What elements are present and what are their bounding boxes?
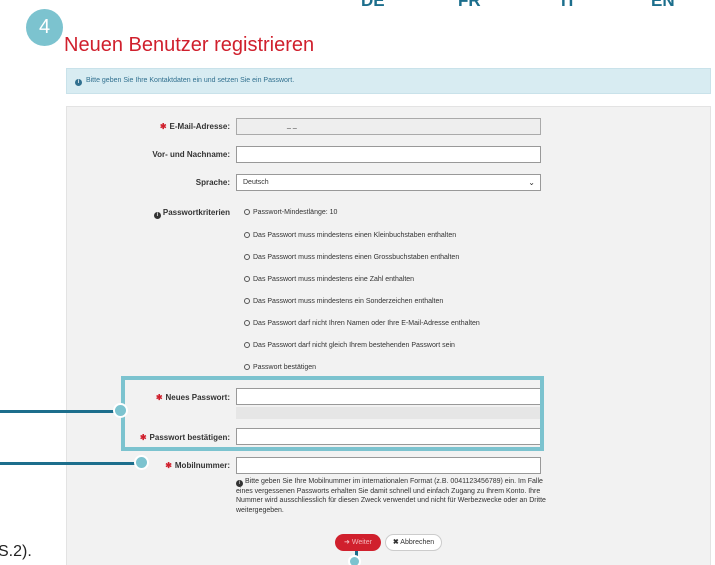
next-button[interactable]: ➜ Weiter xyxy=(335,534,381,551)
circle-icon xyxy=(244,320,250,326)
info-icon: i xyxy=(236,480,243,487)
page-title: Neuen Benutzer registrieren xyxy=(64,34,315,56)
circle-icon xyxy=(244,254,250,260)
criteria-item: Das Passwort muss mindestens einen Klein… xyxy=(244,232,456,239)
info-alert-text: Bitte geben Sie Ihre Kontaktdaten ein un… xyxy=(85,77,295,84)
password-fields-highlight xyxy=(121,376,544,451)
lang-it-link[interactable]: IT xyxy=(561,0,576,11)
email-value: _ _ xyxy=(287,122,297,129)
document-text-fragment: S.2). xyxy=(0,543,32,560)
password-criteria-label: i Passwortkriterien xyxy=(120,208,230,219)
criteria-item: Das Passwort muss mindestens eine Zahl e… xyxy=(244,276,414,283)
required-asterisk-icon: ✱ xyxy=(165,461,172,470)
info-icon: i xyxy=(153,212,161,219)
language-select[interactable]: Deutsch ⌄ xyxy=(236,174,541,191)
circle-icon xyxy=(244,364,250,370)
circle-icon xyxy=(244,276,250,282)
language-select-value: Deutsch xyxy=(243,179,269,186)
email-field[interactable]: _ _ xyxy=(236,118,541,135)
close-icon: ✖ xyxy=(392,539,399,546)
step-number-badge: 4 xyxy=(26,9,63,46)
criteria-item: Das Passwort darf nicht gleich Ihrem bes… xyxy=(244,342,455,349)
circle-icon xyxy=(244,298,250,304)
name-label: Vor- und Nachname: xyxy=(152,150,230,159)
callout-dot xyxy=(134,455,149,470)
lang-en-link[interactable]: EN xyxy=(651,0,675,11)
circle-icon xyxy=(244,342,250,348)
mobile-help-text: i Bitte geben Sie Ihre Mobilnummer im int… xyxy=(236,478,546,514)
criteria-item: Das Passwort muss mindestens ein Sonderz… xyxy=(244,298,443,305)
callout-line xyxy=(0,462,138,465)
criteria-item: Passwort-Mindestlänge: 10 xyxy=(244,209,337,216)
chevron-down-icon: ⌄ xyxy=(528,178,535,187)
mobile-field[interactable] xyxy=(236,457,541,474)
callout-dot xyxy=(113,403,128,418)
info-icon: i xyxy=(75,79,82,86)
language-label: Sprache: xyxy=(195,178,230,187)
criteria-item: Das Passwort darf nicht Ihren Namen oder… xyxy=(244,320,480,327)
callout-line xyxy=(0,410,118,413)
circle-icon xyxy=(244,232,250,238)
circle-icon xyxy=(244,209,250,215)
cancel-button[interactable]: ✖ Abbrechen xyxy=(385,534,442,551)
criteria-item: Passwort bestätigen xyxy=(244,364,316,371)
email-label: ✱ E-Mail-Adresse: xyxy=(159,122,230,131)
lang-de-link[interactable]: DE xyxy=(361,0,385,11)
criteria-item: Das Passwort muss mindestens einen Gross… xyxy=(244,254,459,261)
lang-fr-link[interactable]: FR xyxy=(458,0,481,11)
required-asterisk-icon: ✱ xyxy=(159,122,167,131)
name-field[interactable] xyxy=(236,146,541,163)
info-alert: i Bitte geben Sie Ihre Kontaktdaten ein … xyxy=(66,68,711,94)
callout-dot xyxy=(348,555,361,565)
arrow-icon: ➜ xyxy=(344,539,350,546)
